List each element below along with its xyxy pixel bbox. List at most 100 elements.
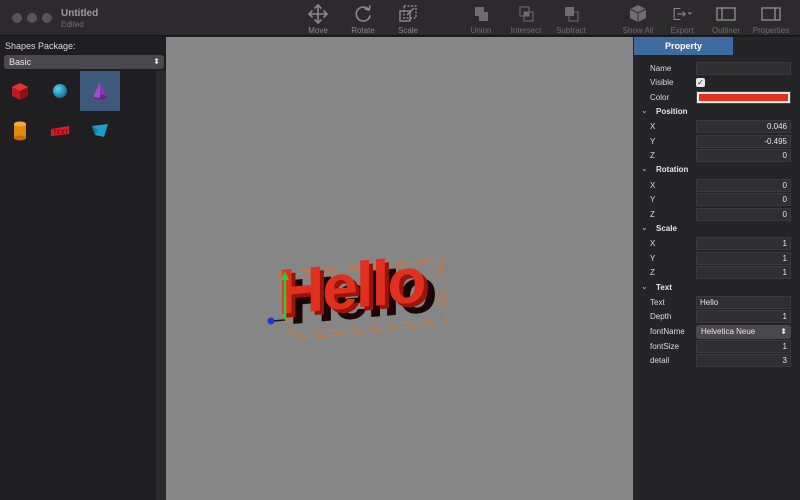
scale-tool-label: Scale	[397, 26, 418, 35]
shapes-package-select[interactable]: Basic ⬍	[4, 55, 164, 69]
position-section-header[interactable]: ⌄ Position	[633, 105, 800, 119]
cone-icon	[93, 82, 107, 100]
shape-plane[interactable]	[80, 111, 120, 151]
cylinder-icon	[14, 121, 26, 141]
chevron-down-icon: ⌄	[641, 164, 648, 173]
move-tool-label: Move	[308, 26, 328, 35]
position-y-label: Y	[650, 137, 656, 146]
scale-tool-button[interactable]: Scale	[378, 4, 438, 35]
shape-text[interactable]: TEXT	[40, 111, 80, 151]
scale-z-row: Z 1	[633, 266, 800, 280]
shapes-package-value: Basic	[9, 57, 32, 67]
position-y-row: Y -0.495	[633, 135, 800, 149]
close-window-button[interactable]	[12, 13, 22, 23]
cube-icon	[629, 5, 647, 22]
font-name-value: Helvetica Neue	[701, 327, 756, 336]
shape-cone[interactable]	[80, 71, 120, 111]
color-label: Color	[650, 93, 670, 102]
depth-label: Depth	[650, 312, 672, 321]
tab-property[interactable]: Property	[634, 37, 733, 55]
color-row: Color	[633, 91, 800, 105]
position-header: Position	[656, 107, 688, 116]
rotation-x-field[interactable]: 0	[696, 179, 791, 192]
rotate-tool-label: Rotate	[351, 26, 375, 35]
scale-section-header[interactable]: ⌄ Scale	[633, 222, 800, 236]
minimize-window-button[interactable]	[27, 13, 37, 23]
position-x-row: X 0.046	[633, 120, 800, 134]
rotation-x-label: X	[650, 181, 656, 190]
font-name-select[interactable]: Helvetica Neue ⬍	[696, 325, 791, 339]
scale-header: Scale	[656, 224, 677, 233]
detail-label: detail	[650, 356, 670, 365]
scale-x-row: X 1	[633, 237, 800, 251]
chevron-down-icon: ⌄	[641, 223, 648, 232]
scale-y-field[interactable]: 1	[696, 252, 791, 265]
rotation-y-row: Y 0	[633, 193, 800, 207]
shapes-panel: Shapes Package: Basic ⬍ TEXT	[0, 37, 166, 500]
scene-viewport[interactable]: Hello Hello Hello	[166, 37, 633, 500]
properties-icon	[761, 7, 781, 21]
font-name-row: fontName Helvetica Neue ⬍	[633, 325, 800, 339]
document-status: Edited	[61, 20, 84, 29]
font-name-label: fontName	[650, 327, 685, 336]
visible-label: Visible	[650, 78, 674, 87]
sphere-icon	[53, 84, 67, 98]
cube-icon	[12, 83, 28, 100]
rotation-section-header[interactable]: ⌄ Rotation	[633, 163, 800, 177]
show-all-label: Show All	[622, 26, 654, 35]
gizmo-z-handle	[267, 317, 275, 325]
subtract-label: Subtract	[556, 26, 586, 35]
outliner-label: Outliner	[711, 26, 740, 35]
chevron-down-icon: ⌄	[641, 106, 648, 115]
rotation-header: Rotation	[656, 165, 689, 174]
rotation-z-row: Z 0	[633, 208, 800, 222]
depth-row: Depth 1	[633, 310, 800, 324]
visible-checkbox[interactable]: ✓	[696, 78, 705, 87]
color-well[interactable]	[696, 91, 791, 104]
shapes-scrollbar[interactable]	[156, 71, 166, 500]
shape-cube[interactable]	[0, 71, 40, 111]
scale-x-field[interactable]: 1	[696, 237, 791, 250]
window-toolbar: Untitled Edited Move Rotate Scale Union …	[0, 0, 800, 36]
position-x-label: X	[650, 122, 656, 131]
depth-field[interactable]: 1	[696, 310, 791, 323]
subtract-icon	[565, 7, 579, 22]
outliner-icon	[716, 7, 736, 21]
zoom-window-button[interactable]	[42, 13, 52, 23]
shape-sphere[interactable]	[40, 71, 80, 111]
text-section-header[interactable]: ⌄ Text	[633, 281, 800, 295]
position-z-label: Z	[650, 151, 655, 160]
rotation-z-field[interactable]: 0	[696, 208, 791, 221]
svg-text:TEXT: TEXT	[53, 130, 69, 136]
scale-icon	[399, 5, 417, 22]
shapes-package-label: Shapes Package:	[5, 41, 76, 51]
position-x-field[interactable]: 0.046	[696, 120, 791, 133]
scale-z-field[interactable]: 1	[696, 266, 791, 279]
subtract-button[interactable]: Subtract	[541, 4, 601, 35]
position-y-field[interactable]: -0.495	[696, 135, 791, 148]
visible-row: Visible ✓	[633, 76, 800, 90]
union-icon	[475, 7, 488, 21]
properties-button[interactable]: Properties	[741, 4, 800, 35]
union-label: Union	[470, 26, 492, 35]
shape-cylinder[interactable]	[0, 111, 40, 151]
position-z-field[interactable]: 0	[696, 149, 791, 162]
text-field[interactable]: Hello	[696, 296, 791, 309]
scale-y-label: Y	[650, 254, 656, 263]
rotation-y-label: Y	[650, 195, 656, 204]
position-z-row: Z 0	[633, 149, 800, 163]
export-label: Export	[670, 26, 694, 35]
detail-field[interactable]: 3	[696, 354, 791, 367]
text-header: Text	[656, 283, 672, 292]
intersect-label: Intersect	[510, 26, 542, 35]
rotation-y-field[interactable]: 0	[696, 193, 791, 206]
intersect-icon	[519, 6, 534, 22]
text-row: Text Hello	[633, 296, 800, 310]
font-size-row: fontSize 1	[633, 340, 800, 354]
name-field[interactable]	[696, 62, 791, 75]
font-size-field[interactable]: 1	[696, 340, 791, 353]
up-down-chevron-icon: ⬍	[153, 57, 160, 66]
plane-icon	[92, 124, 108, 137]
scale-y-row: Y 1	[633, 252, 800, 266]
chevron-down-icon: ⌄	[641, 282, 648, 291]
